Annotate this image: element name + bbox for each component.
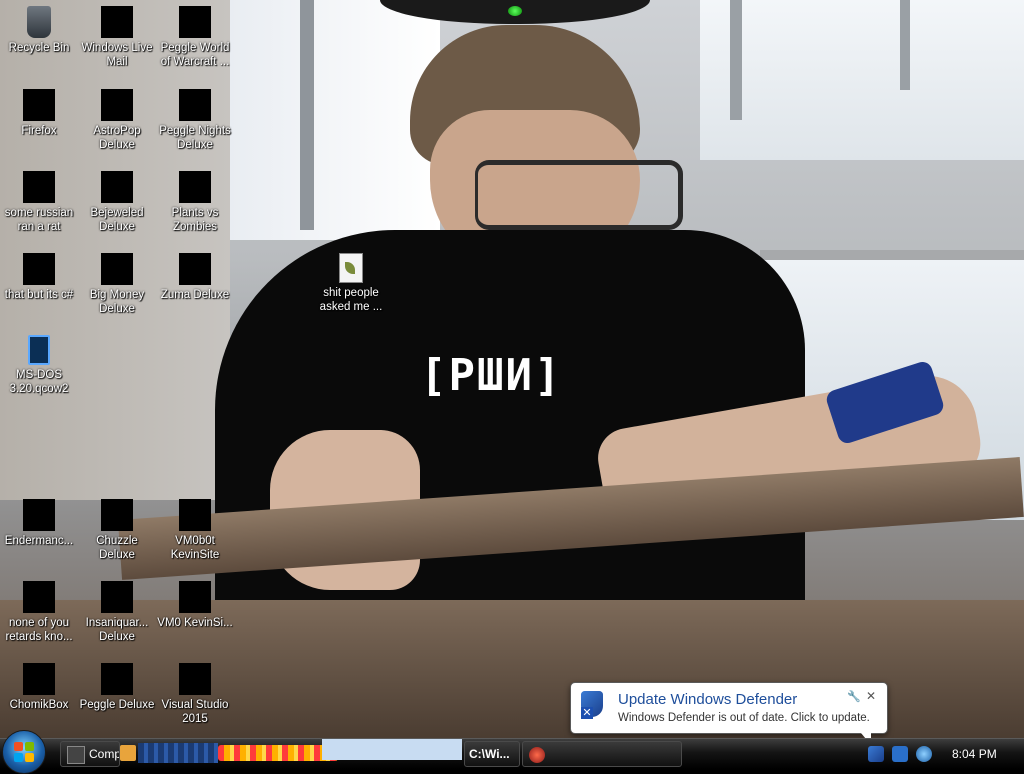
big-money-icon [101,253,133,285]
desktop-icon-insaniquarium-deluxe[interactable]: Insaniquar... Deluxe [78,581,156,644]
desktop-icon-visual-studio-2015[interactable]: Visual Studio 2015 [156,663,234,726]
status-light-icon [508,6,522,16]
folder-icon [23,499,55,531]
options-icon[interactable]: 🔧 [847,690,861,703]
wallpaper-shirt-text: [РШИ] [420,350,563,401]
notification-title: Update Windows Defender [618,691,798,708]
computer-icon [67,745,85,764]
desktop-icon-vm0b0t-kevinsite[interactable]: VM0b0t KevinSite [156,499,234,562]
notification-balloon[interactable]: ✕ Update Windows Defender Windows Defend… [570,682,888,745]
desktop-icon-big-money-deluxe[interactable]: Big Money Deluxe [78,253,156,316]
taskbar-button-glitched-3[interactable] [322,739,462,760]
plants-vs-zombies-icon [179,171,211,203]
peggle-world-of-warcraft-icon [179,6,211,38]
taskbar-button-glitched-2[interactable] [218,745,338,761]
windows-live-mail-icon [101,6,133,38]
app-icon [529,746,545,763]
desktop-icon-bejeweled-deluxe[interactable]: Bejeweled Deluxe [78,171,156,234]
text-file-icon [339,253,363,283]
start-button[interactable] [2,730,46,774]
peggle-icon [101,663,133,695]
desktop-icon-windows-live-mail[interactable]: Windows Live Mail [78,6,156,69]
desktop-icon-recycle-bin[interactable]: Recycle Bin [0,6,78,55]
desktop-icon-chuzzle-deluxe[interactable]: Chuzzle Deluxe [78,499,156,562]
bejeweled-icon [101,171,133,203]
peggle-nights-icon [179,89,211,121]
shortcut-icon [23,171,55,203]
taskbar-button-comp[interactable]: Comp [60,741,120,767]
recycle-bin-icon [27,6,51,38]
shortcut-icon [179,581,211,613]
visual-studio-icon [179,663,211,695]
shortcut-icon [23,581,55,613]
disk-image-icon [28,335,50,365]
desktop-icon-firefox[interactable]: Firefox [0,89,78,138]
chuzzle-icon [101,499,133,531]
desktop-icon-none-of-you[interactable]: none of you retards kno... [0,581,78,644]
desktop-icon-endermanch[interactable]: Endermanc... [0,499,78,548]
firefox-icon [23,89,55,121]
astropop-icon [101,89,133,121]
windows-defender-icon[interactable] [868,746,884,762]
shortcut-icon [23,253,55,285]
taskbar-button-app[interactable] [522,741,682,767]
desktop-icon-peggle-deluxe[interactable]: Peggle Deluxe [78,663,156,712]
network-icon[interactable] [892,746,908,762]
desktop-icon-that-but-its-csharp[interactable]: that but its c# [0,253,78,302]
desktop-icon-vm0-kevinsite[interactable]: VM0 KevinSi... [156,581,234,630]
notification-body: Windows Defender is out of date. Click t… [618,712,870,724]
insaniquarium-icon [101,581,133,613]
windows-logo-icon [14,742,34,762]
taskbar: Comp C:\Wi... 8:04 PM [0,730,1024,774]
shortcut-icon [179,499,211,531]
desktop-icon-ms-dos[interactable]: MS-DOS 3.20.qcow2 [0,335,78,396]
zuma-icon [179,253,211,285]
desktop-icon-peggle-nights-deluxe[interactable]: Peggle Nights Deluxe [156,89,234,152]
desktop-icon-shit-people-asked-me[interactable]: shit people asked me ... [312,253,390,314]
windows-defender-shield-icon: ✕ [581,691,609,721]
desktop-icon-plants-vs-zombies[interactable]: Plants vs Zombies [156,171,234,234]
system-tray [862,739,1024,769]
desktop-icon-some-russian-ran-a-rat[interactable]: some russian ran a rat [0,171,78,234]
close-icon[interactable]: ✕ [866,689,876,703]
clock[interactable]: 8:04 PM [952,747,997,761]
taskbar-button-cmd[interactable]: C:\Wi... [464,741,520,767]
chomikbox-icon [23,663,55,695]
desktop-icon-astropop-deluxe[interactable]: AstroPop Deluxe [78,89,156,152]
media-player-icon[interactable] [120,745,136,761]
desktop-icon-zuma-deluxe[interactable]: Zuma Deluxe [156,253,234,302]
taskbar-button-glitched-1[interactable] [138,743,218,763]
volume-icon[interactable] [916,746,932,762]
desktop-icon-chomikbox[interactable]: ChomikBox [0,663,78,712]
desktop-icon-peggle-world-of-warcraft[interactable]: Peggle World of Warcraft ... [156,6,234,69]
